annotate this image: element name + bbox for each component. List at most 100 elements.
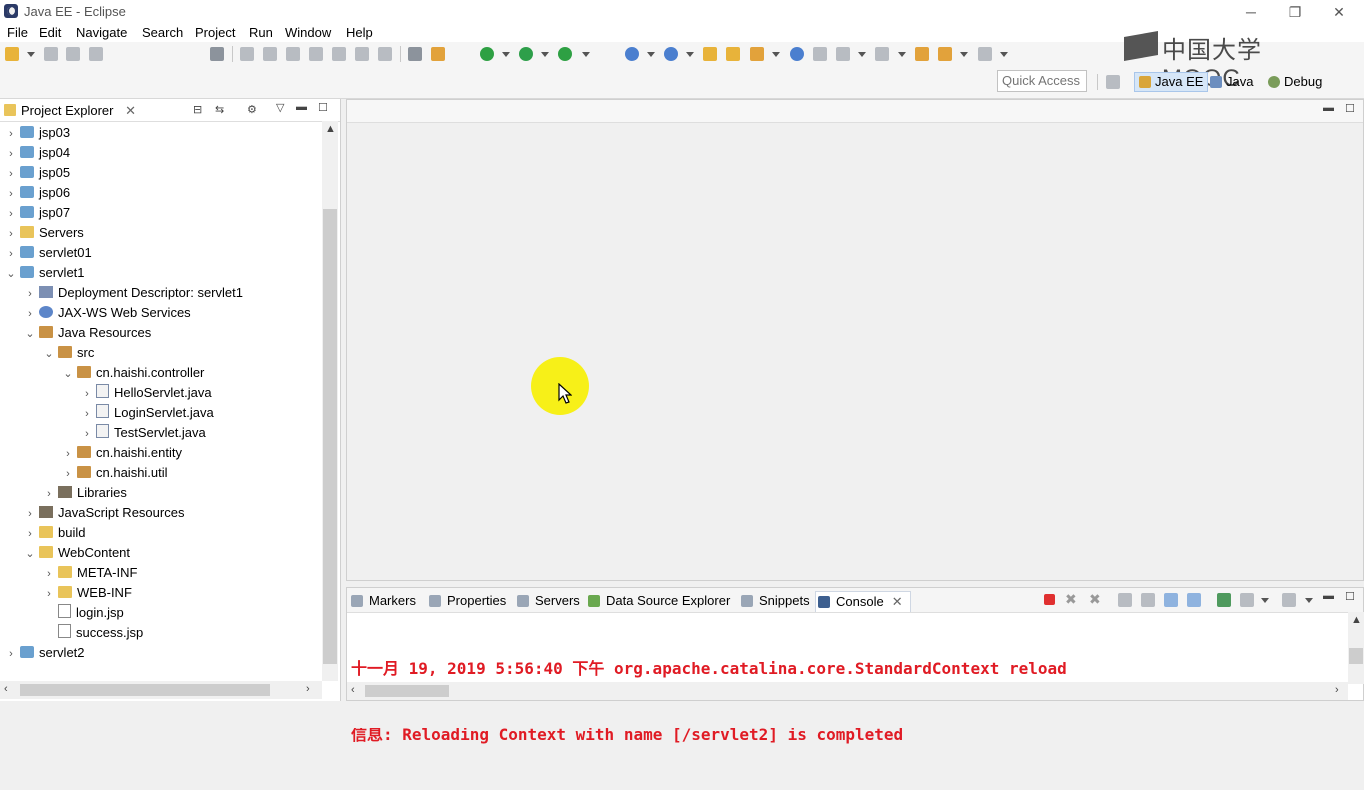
tree-item[interactable]: login.jsp <box>44 603 124 623</box>
new-server-icon[interactable] <box>625 47 639 61</box>
resume-icon[interactable] <box>240 47 254 61</box>
close-console-icon[interactable]: ✕ <box>892 594 903 609</box>
tree-item[interactable]: › jsp06 <box>6 183 70 203</box>
chevron-down-icon[interactable]: ⌄ <box>63 364 73 384</box>
console-hscrollbar-thumb[interactable] <box>365 685 449 697</box>
minimize-button[interactable]: ─ <box>1228 0 1274 24</box>
tree-item[interactable]: › LoginServlet.java <box>82 403 214 423</box>
tree-item[interactable]: ⌄ WebContent <box>25 543 130 563</box>
terminate-icon[interactable] <box>286 47 300 61</box>
project-explorer-hscrollbar[interactable]: ‹ › <box>0 681 322 699</box>
print-icon[interactable] <box>89 47 103 61</box>
back-dropdown-icon[interactable] <box>960 52 968 57</box>
tree-item[interactable]: › jsp07 <box>6 203 70 223</box>
show-stdout-icon[interactable] <box>1164 593 1178 607</box>
menu-search[interactable]: Search <box>142 25 183 40</box>
tree-item[interactable]: › jsp05 <box>6 163 70 183</box>
chevron-right-icon[interactable]: › <box>44 564 54 584</box>
debug-dropdown-icon[interactable] <box>502 52 510 57</box>
chevron-down-icon[interactable]: ⌄ <box>6 264 16 284</box>
menu-navigate[interactable]: Navigate <box>76 25 127 40</box>
clear-console-icon[interactable] <box>1118 593 1132 607</box>
save-all-icon[interactable] <box>66 47 80 61</box>
panel-minimize-icon[interactable]: ▬ <box>1323 590 1334 602</box>
menu-edit[interactable]: Edit <box>39 25 61 40</box>
disconnect-icon[interactable] <box>309 47 323 61</box>
chevron-right-icon[interactable]: › <box>6 204 16 224</box>
chevron-down-icon[interactable]: ⌄ <box>44 344 54 364</box>
chevron-down-icon[interactable]: ⌄ <box>25 324 35 344</box>
tab-snippets[interactable]: Snippets <box>739 591 810 611</box>
console-scroll-up-icon[interactable]: ▲ <box>1351 614 1362 626</box>
pin-console-icon[interactable] <box>1217 593 1231 607</box>
debug-icon[interactable] <box>480 47 494 61</box>
back-arrow-icon[interactable] <box>938 47 952 61</box>
open-perspective-icon[interactable] <box>1106 75 1120 89</box>
show-stderr-icon[interactable] <box>1187 593 1201 607</box>
panel-maximize-icon[interactable]: ☐ <box>1345 590 1355 603</box>
tree-item[interactable]: › JAX-WS Web Services <box>25 303 191 323</box>
terminate-console-icon[interactable] <box>1044 594 1055 605</box>
chevron-right-icon[interactable]: › <box>6 224 16 244</box>
search-icon[interactable] <box>750 47 764 61</box>
tree-item[interactable]: › JavaScript Resources <box>25 503 184 523</box>
tree-item[interactable]: › Servers <box>6 223 84 243</box>
open-type-icon[interactable] <box>703 47 717 61</box>
tree-item[interactable]: › META-INF <box>44 563 137 583</box>
collapse-all-icon[interactable]: ⊟ <box>193 103 202 116</box>
last-edit-icon[interactable] <box>875 47 889 61</box>
tree-item[interactable]: › jsp04 <box>6 143 70 163</box>
console-hscrollbar[interactable]: ‹ › <box>347 682 1348 700</box>
chevron-right-icon[interactable]: › <box>6 144 16 164</box>
toggle-ant-icon[interactable] <box>431 47 445 61</box>
scrollbar-thumb[interactable] <box>323 209 337 664</box>
tree-item[interactable]: ⌄ src <box>44 343 94 363</box>
close-button[interactable]: ✕ <box>1316 0 1362 24</box>
run-external-icon[interactable] <box>558 47 572 61</box>
tab-project-explorer[interactable]: Project Explorer ✕ <box>4 101 136 121</box>
hscrollbar-thumb[interactable] <box>20 684 270 696</box>
tree-item[interactable]: success.jsp <box>44 623 143 643</box>
tree-item[interactable]: › servlet2 <box>6 643 84 663</box>
tree-item[interactable]: › cn.haishi.entity <box>63 443 182 463</box>
link-editor-icon[interactable]: ⇆ <box>215 103 224 116</box>
chevron-right-icon[interactable]: › <box>6 244 16 264</box>
step-return-icon[interactable] <box>378 47 392 61</box>
open-task-icon[interactable] <box>726 47 740 61</box>
tab-markers[interactable]: Markers <box>349 591 416 611</box>
new-dropdown-icon[interactable] <box>27 52 35 57</box>
menu-project[interactable]: Project <box>195 25 235 40</box>
maximize-button[interactable]: ❐ <box>1272 0 1318 24</box>
open-console-icon[interactable] <box>1282 593 1296 607</box>
chevron-right-icon[interactable]: › <box>82 404 92 424</box>
server-dropdown-icon[interactable] <box>647 52 655 57</box>
tree-item[interactable]: ⌄ Java Resources <box>25 323 151 343</box>
editor-maximize-icon[interactable]: ☐ <box>1345 102 1355 115</box>
menu-file[interactable]: File <box>7 25 28 40</box>
chevron-right-icon[interactable]: › <box>6 124 16 144</box>
search-dropdown-icon[interactable] <box>772 52 780 57</box>
run-dropdown-icon[interactable] <box>541 52 549 57</box>
run-icon[interactable] <box>519 47 533 61</box>
chevron-down-icon[interactable]: ⌄ <box>25 544 35 564</box>
tab-console[interactable]: Console ✕ <box>815 591 911 612</box>
scroll-up-icon[interactable]: ▲ <box>325 123 336 135</box>
tree-item[interactable]: › servlet01 <box>6 243 92 263</box>
scroll-left-icon[interactable]: ‹ <box>4 683 8 695</box>
save-icon[interactable] <box>44 47 58 61</box>
step-over-icon[interactable] <box>355 47 369 61</box>
scroll-lock-icon[interactable] <box>1141 593 1155 607</box>
tab-properties[interactable]: Properties <box>427 591 506 611</box>
tab-servers[interactable]: Servers <box>515 591 580 611</box>
forward-dropdown-icon[interactable] <box>1000 52 1008 57</box>
chevron-right-icon[interactable]: › <box>63 444 73 464</box>
console-scrollbar[interactable]: ▲ <box>1348 612 1364 684</box>
chevron-right-icon[interactable]: › <box>44 584 54 604</box>
skip-breakpoints-icon[interactable] <box>210 47 224 61</box>
chevron-right-icon[interactable]: › <box>6 164 16 184</box>
perspective-debug[interactable]: Debug <box>1264 72 1326 92</box>
menu-help[interactable]: Help <box>346 25 373 40</box>
chevron-right-icon[interactable]: › <box>82 424 92 444</box>
tree-item[interactable]: ⌄ cn.haishi.controller <box>63 363 204 383</box>
chevron-right-icon[interactable]: › <box>82 384 92 404</box>
